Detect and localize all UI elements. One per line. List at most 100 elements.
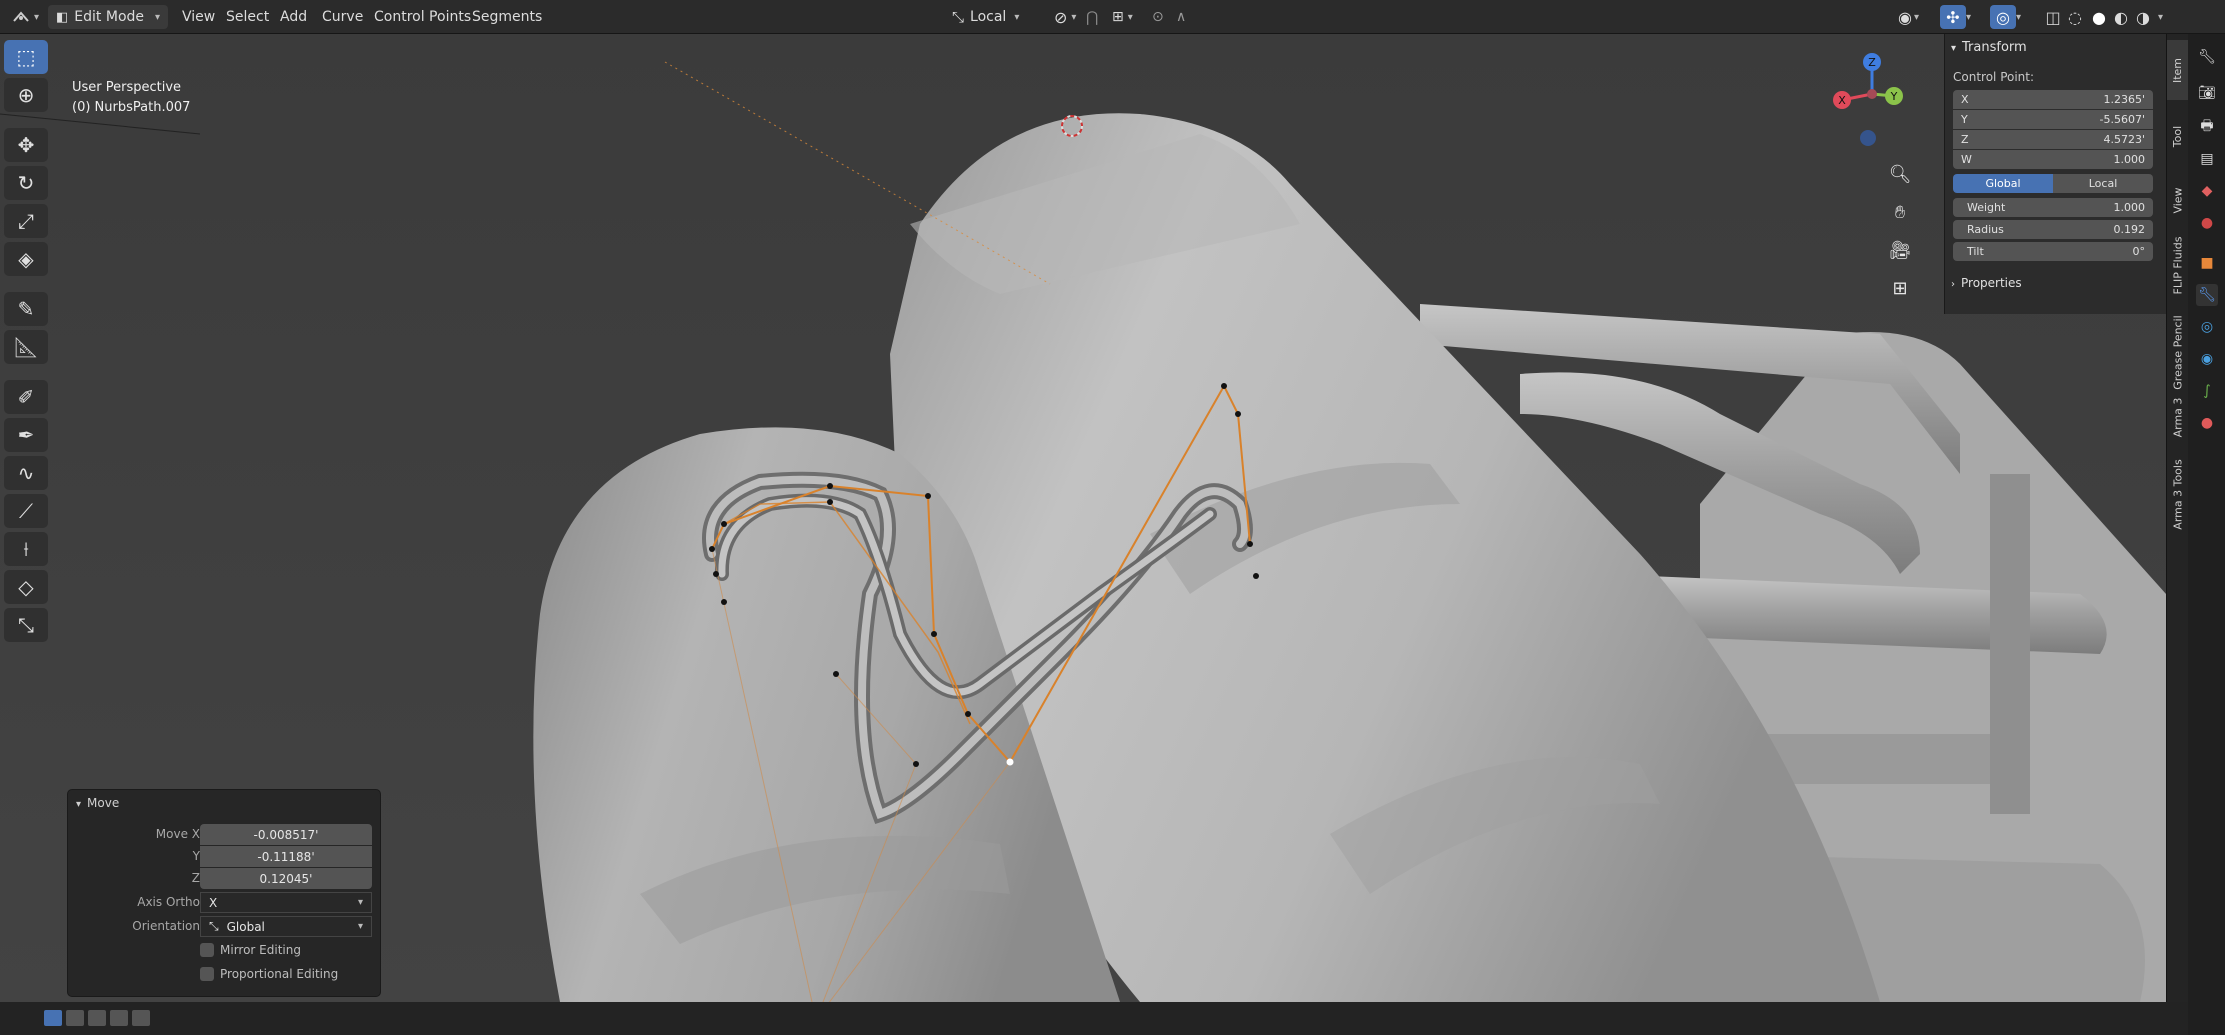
pivot-icon: ⊘ <box>1054 7 1068 27</box>
coord-x-value: 1.2365' <box>2103 93 2145 106</box>
operator-header[interactable]: ▾ Move <box>76 796 119 810</box>
curve-draw-tool[interactable]: ∿ <box>4 456 48 490</box>
menu-view[interactable]: View <box>182 0 215 34</box>
gizmo-toggle[interactable]: ✣ ▾ <box>1940 0 1971 34</box>
weight-field[interactable]: Weight 1.000 <box>1953 198 2153 217</box>
render-properties-icon[interactable]: 📷︎ <box>2196 82 2218 104</box>
select-intersect-button[interactable] <box>132 1010 150 1026</box>
coord-x-field[interactable]: X 1.2365' <box>1953 90 2153 109</box>
view-layer-properties-icon[interactable]: ▤ <box>2196 148 2218 170</box>
orientation-value: Global <box>226 919 265 934</box>
pivot-dropdown[interactable]: ⊘ ▾ <box>1054 0 1076 34</box>
snap-target-dropdown[interactable]: ⊞ ▾ <box>1112 0 1133 34</box>
global-toggle[interactable]: Global <box>1953 174 2053 193</box>
snap-toggle[interactable]: ⋂ <box>1086 0 1098 34</box>
menu-view-label: View <box>182 9 216 25</box>
output-properties-icon[interactable]: 🖶︎ <box>2196 116 2218 138</box>
zoom-button[interactable]: 🔍︎ <box>1882 156 1918 192</box>
mirror-editing-checkbox[interactable] <box>200 943 214 957</box>
randomize-tool[interactable]: ⤡ <box>4 608 48 642</box>
properties-section-header[interactable]: › Properties <box>1951 276 2022 290</box>
draw-tool[interactable]: ✐ <box>4 380 48 414</box>
data-properties-icon[interactable]: ∫ <box>2196 380 2218 402</box>
overlays-toggle[interactable]: ◎ ▾ <box>1990 0 2021 34</box>
transform-orientation-dropdown[interactable]: ⤡ Local ▾ <box>952 0 1019 34</box>
tilt-tool[interactable]: ◇ <box>4 570 48 604</box>
extrude-tool[interactable]: ⟋ <box>4 494 48 528</box>
menu-add[interactable]: Add <box>280 0 307 34</box>
move-y-field[interactable]: -0.11188' <box>200 846 372 867</box>
ortho-toggle-button[interactable]: ⊞ <box>1882 270 1918 306</box>
tab-tool-label: Tool <box>2171 125 2185 147</box>
proportional-editing-label: Proportional Editing <box>220 967 339 981</box>
shading-material-button[interactable]: ◐ <box>2114 0 2128 34</box>
axis-ortho-select[interactable]: X ▾ <box>200 892 372 913</box>
menu-segments-label: Segments <box>472 9 543 25</box>
menu-segments[interactable]: Segments <box>472 0 542 34</box>
select-difference-button[interactable] <box>110 1010 128 1026</box>
move-tool[interactable]: ✥ <box>4 128 48 162</box>
transform-tool[interactable]: ◈ <box>4 242 48 276</box>
move-z-field[interactable]: 0.12045' <box>200 868 372 889</box>
particles-properties-icon[interactable]: ◎ <box>2196 316 2218 338</box>
menu-curve[interactable]: Curve <box>322 0 363 34</box>
bracket <box>1990 474 2030 814</box>
radius-tool[interactable]: ⟊ <box>4 532 48 566</box>
move-x-field[interactable]: -0.008517' <box>200 824 372 845</box>
shading-solid-button[interactable]: ● <box>2092 0 2106 34</box>
transform-section-title: Transform <box>1962 40 2027 55</box>
annotate-tool[interactable]: ✎ <box>4 292 48 326</box>
proportional-editing-checkbox[interactable] <box>200 967 214 981</box>
object-properties-icon[interactable]: ■ <box>2196 252 2218 274</box>
modifier-properties-icon[interactable]: 🔧︎ <box>2196 284 2218 306</box>
chevron-right-icon: › <box>1951 279 1955 290</box>
chevron-down-icon: ▾ <box>1014 11 1020 23</box>
coord-w-label: W <box>1961 153 1972 166</box>
scene-properties-icon[interactable]: ◆ <box>2196 180 2218 202</box>
select-box-tool[interactable]: ⬚ <box>4 40 48 74</box>
radius-field[interactable]: Radius 0.192 <box>1953 220 2153 239</box>
proportional-edit-toggle[interactable]: ⊙ <box>1152 0 1164 34</box>
local-toggle[interactable]: Local <box>2053 174 2153 193</box>
cursor-tool[interactable]: ⊕ <box>4 78 48 112</box>
select-new-button[interactable] <box>44 1010 62 1026</box>
shading-rendered-button[interactable]: ◑ <box>2136 0 2150 34</box>
xray-toggle[interactable]: ◫ <box>2040 0 2066 34</box>
shading-options-dropdown[interactable]: ▾ <box>2158 0 2163 34</box>
menu-control-points[interactable]: Control Points <box>374 0 471 34</box>
select-extend-button[interactable] <box>66 1010 84 1026</box>
navigation-gizmo[interactable]: X Y Z <box>1818 42 1924 160</box>
pan-button[interactable]: ✋︎ <box>1882 194 1918 230</box>
orientation-select[interactable]: ⤡ Global ▾ <box>200 916 372 937</box>
visibility-dropdown[interactable]: ◉ ▾ <box>1898 0 1919 34</box>
tilt-field[interactable]: Tilt 0° <box>1953 242 2153 261</box>
material-properties-icon[interactable]: ● <box>2196 412 2218 434</box>
weight-label: Weight <box>1967 201 2006 214</box>
tab-arma-3-tools[interactable]: Arma 3 Tools <box>2167 444 2189 544</box>
menu-select[interactable]: Select <box>226 0 269 34</box>
world-properties-icon[interactable]: ● <box>2196 212 2218 234</box>
pen-tool[interactable]: ✒ <box>4 418 48 452</box>
tab-item[interactable]: Item <box>2167 40 2189 100</box>
proportional-icon: ⊙ <box>1152 9 1164 25</box>
transform-section-header[interactable]: ▾ Transform <box>1951 40 2027 55</box>
control-point <box>721 521 727 527</box>
scale-tool[interactable]: ⤢ <box>4 204 48 238</box>
coord-y-field[interactable]: Y -5.5607' <box>1953 110 2153 129</box>
coord-w-field[interactable]: W 1.000 <box>1953 150 2153 169</box>
tool-properties-icon[interactable]: 🔧︎ <box>2196 46 2218 68</box>
select-subtract-button[interactable] <box>88 1010 106 1026</box>
mode-dropdown[interactable]: ◧ Edit Mode ▾ <box>48 0 168 34</box>
physics-properties-icon[interactable]: ◉ <box>2196 348 2218 370</box>
editor-type-button[interactable]: ▾ <box>8 0 39 34</box>
falloff-dropdown[interactable]: ∧ <box>1176 0 1186 34</box>
negative-axis-handle <box>1867 89 1877 99</box>
tab-tool[interactable]: Tool <box>2167 106 2189 166</box>
coord-z-field[interactable]: Z 4.5723' <box>1953 130 2153 149</box>
camera-view-button[interactable]: 🎥︎ <box>1882 232 1918 268</box>
measure-tool[interactable]: 📐︎ <box>4 330 48 364</box>
shading-wireframe-button[interactable]: ◌ <box>2068 0 2082 34</box>
rotate-tool[interactable]: ↻ <box>4 166 48 200</box>
tab-arma-3[interactable]: Arma 3 <box>2167 382 2189 452</box>
viewport-info: User Perspective (0) NurbsPath.007 <box>72 78 190 118</box>
